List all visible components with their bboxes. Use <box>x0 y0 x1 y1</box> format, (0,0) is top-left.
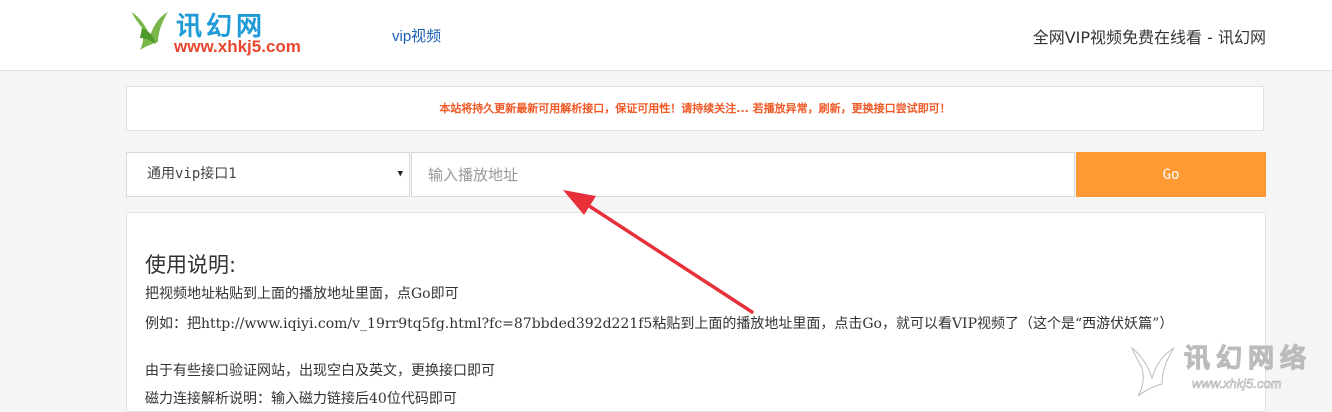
site-logo[interactable]: 讯幻网 www.xhkj5.com <box>128 4 328 62</box>
bird-logo-icon <box>132 12 168 50</box>
interface-select-value: 通用vip接口1 <box>147 166 237 182</box>
watermark: 讯幻网络 www.xhkj5.com <box>1128 336 1332 403</box>
instructions-panel: 使用说明: 把视频地址粘贴到上面的播放地址里面，点Go即可 例如：把http:/… <box>126 212 1266 412</box>
watermark-url: www.xhkj5.com <box>1192 376 1282 392</box>
watermark-bird-icon <box>1130 346 1175 397</box>
instruction-line-1: 把视频地址粘贴到上面的播放地址里面，点Go即可 <box>145 286 459 302</box>
caret-down-icon: ▼ <box>397 169 403 179</box>
notice-banner: 本站将持久更新最新可用解析接口，保证可用性！请持续关注... 若播放异常，刷新，… <box>126 86 1264 131</box>
watermark-title: 讯幻网络 <box>1183 344 1313 375</box>
parse-form: 通用vip接口1 ▼ Go <box>126 152 1266 197</box>
interface-select[interactable]: 通用vip接口1 ▼ <box>126 152 410 197</box>
play-url-input[interactable] <box>411 152 1075 197</box>
nav-vip-video-link[interactable]: vip视频 <box>392 25 441 46</box>
instruction-line-3: 由于有些接口验证网站，出现空白及英文，更换接口即可 <box>145 363 495 379</box>
site-tagline: 全网VIP视频免费在线看 - 讯幻网 <box>1032 28 1266 47</box>
site-header: 讯幻网 www.xhkj5.com vip视频 全网VIP视频免费在线看 - 讯… <box>0 0 1332 71</box>
go-button[interactable]: Go <box>1076 152 1266 197</box>
instruction-line-4: 磁力连接解析说明：输入磁力链接后40位代码即可 <box>145 391 457 407</box>
logo-url: www.xhkj5.com <box>174 37 301 56</box>
instruction-line-2: 例如：把http://www.iqiyi.com/v_19rr9tq5fg.ht… <box>145 316 1174 332</box>
instructions-title: 使用说明: <box>145 253 237 277</box>
